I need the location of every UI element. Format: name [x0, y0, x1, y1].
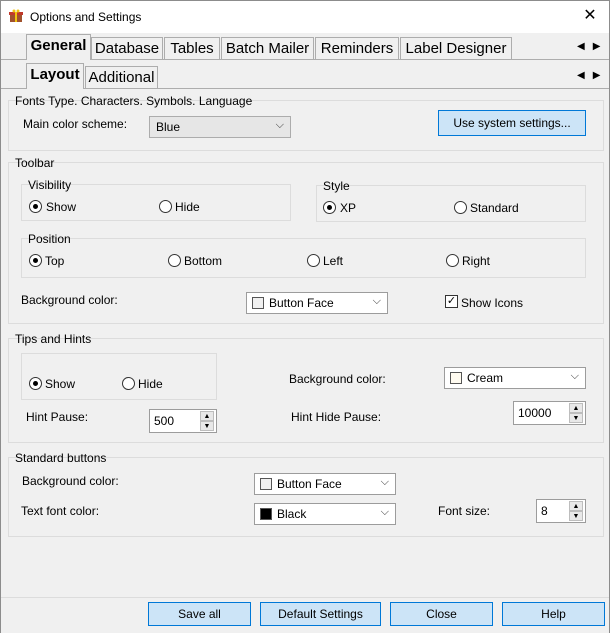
window-title: Options and Settings [30, 10, 142, 24]
hint-hide-pause-label: Hint Hide Pause: [291, 410, 382, 424]
toolbar-section-title: Toolbar [15, 156, 55, 170]
font-size-value: 8 [541, 504, 548, 518]
standard-buttons-group [8, 457, 604, 537]
style-group [316, 185, 586, 222]
tips-show-radio[interactable] [29, 377, 42, 390]
tips-bg-color-label: Background color: [289, 372, 386, 386]
toolbar-show-radio[interactable] [29, 200, 42, 213]
tab-batch-mailer[interactable]: Batch Mailer [221, 37, 314, 59]
hint-pause-spinner[interactable]: 500 ▲ ▼ [149, 409, 217, 433]
hint-hide-pause-spinner[interactable]: 10000 ▲ ▼ [513, 401, 586, 425]
tab-reminders[interactable]: Reminders [315, 37, 399, 59]
options-window: Options and Settings ✕ General Database … [0, 0, 610, 633]
tab-general[interactable]: General [26, 34, 91, 60]
tips-section-title: Tips and Hints [15, 332, 92, 346]
position-bottom-radio[interactable] [168, 254, 181, 267]
chevron-down-icon: ⌵ [570, 370, 579, 382]
scroll-left-icon[interactable]: ◀ [577, 70, 593, 81]
style-standard-label: Standard [470, 201, 519, 215]
position-right-label: Right [462, 254, 491, 268]
toolbar-bg-color-label: Background color: [21, 293, 118, 307]
save-all-button[interactable]: Save all [148, 602, 251, 626]
std-bg-color-label: Background color: [22, 474, 119, 488]
tab-label-designer[interactable]: Label Designer [400, 37, 512, 59]
spin-down-icon[interactable]: ▼ [200, 421, 214, 431]
help-button[interactable]: Help [502, 602, 605, 626]
tips-bg-color-value: Cream [467, 371, 504, 385]
tips-hide-radio[interactable] [122, 377, 135, 390]
toolbar-bg-color-select[interactable]: Button Face ⌵ [246, 292, 388, 314]
spin-down-icon[interactable]: ▼ [569, 413, 583, 423]
visibility-label: Visibility [28, 178, 72, 192]
hint-pause-label: Hint Pause: [26, 410, 89, 424]
tips-hide-label: Hide [138, 377, 163, 391]
chevron-down-icon: ⌵ [380, 506, 389, 518]
chevron-down-icon: ⌵ [275, 119, 284, 131]
spin-up-icon[interactable]: ▲ [200, 411, 214, 421]
tips-show-label: Show [45, 377, 76, 391]
chevron-down-icon: ⌵ [380, 476, 389, 488]
close-icon: ✕ [583, 7, 597, 24]
use-system-settings-button[interactable]: Use system settings... [438, 110, 586, 136]
style-xp-radio[interactable] [323, 201, 336, 214]
style-standard-radio[interactable] [454, 201, 467, 214]
color-swatch [450, 372, 462, 384]
position-group [21, 238, 586, 278]
tab-additional[interactable]: Additional [85, 66, 158, 88]
spin-up-icon[interactable]: ▲ [569, 403, 583, 413]
spin-up-icon[interactable]: ▲ [569, 501, 583, 511]
scroll-right-icon[interactable]: ▶ [593, 41, 609, 52]
style-label: Style [323, 179, 350, 193]
position-top-label: Top [45, 254, 65, 268]
color-scheme-select[interactable]: Blue ⌵ [149, 116, 291, 138]
gift-box-icon [9, 9, 23, 22]
tips-bg-color-select[interactable]: Cream ⌵ [444, 367, 586, 389]
show-icons-checkbox[interactable]: ✓ [445, 295, 458, 308]
sub-tab-scroll[interactable]: ◀▶ [577, 70, 608, 81]
main-tab-scroll[interactable]: ◀▶ [577, 41, 608, 52]
std-bg-color-value: Button Face [277, 477, 342, 491]
tab-layout[interactable]: Layout [26, 63, 84, 89]
hint-pause-value: 500 [154, 414, 175, 428]
fonts-section-title: Fonts Type. Characters. Symbols. Languag… [15, 94, 253, 108]
text-font-color-label: Text font color: [21, 504, 100, 518]
color-swatch [252, 297, 264, 309]
text-font-color-select[interactable]: Black ⌵ [254, 503, 396, 525]
position-top-radio[interactable] [29, 254, 42, 267]
font-size-spinner[interactable]: 8 ▲ ▼ [536, 499, 586, 523]
std-bg-color-select[interactable]: Button Face ⌵ [254, 473, 396, 495]
color-scheme-value: Blue [156, 120, 181, 134]
position-left-label: Left [323, 254, 344, 268]
scroll-left-icon[interactable]: ◀ [577, 41, 593, 52]
toolbar-hide-label: Hide [175, 200, 200, 214]
checkmark-icon: ✓ [446, 295, 457, 307]
tab-database[interactable]: Database [91, 37, 163, 59]
position-bottom-label: Bottom [184, 254, 223, 268]
close-button[interactable]: Close [390, 602, 493, 626]
show-icons-label: Show Icons [461, 296, 524, 310]
position-left-radio[interactable] [307, 254, 320, 267]
position-right-radio[interactable] [446, 254, 459, 267]
chevron-down-icon: ⌵ [372, 295, 381, 307]
close-window-button[interactable]: ✕ [577, 5, 603, 27]
color-swatch [260, 478, 272, 490]
toolbar-hide-radio[interactable] [159, 200, 172, 213]
title-bar: Options and Settings ✕ [1, 1, 609, 33]
position-label: Position [28, 232, 71, 246]
color-scheme-label: Main color scheme: [23, 117, 128, 131]
font-size-label: Font size: [438, 504, 491, 518]
color-swatch [260, 508, 272, 520]
text-font-color-value: Black [277, 507, 307, 521]
tab-tables[interactable]: Tables [164, 37, 220, 59]
default-settings-button[interactable]: Default Settings [260, 602, 381, 626]
style-xp-label: XP [340, 201, 357, 215]
spin-down-icon[interactable]: ▼ [569, 511, 583, 521]
scroll-right-icon[interactable]: ▶ [593, 70, 609, 81]
hint-hide-pause-value: 10000 [518, 406, 552, 420]
toolbar-show-label: Show [46, 200, 77, 214]
standard-buttons-section-title: Standard buttons [15, 451, 107, 465]
toolbar-bg-color-value: Button Face [269, 296, 334, 310]
